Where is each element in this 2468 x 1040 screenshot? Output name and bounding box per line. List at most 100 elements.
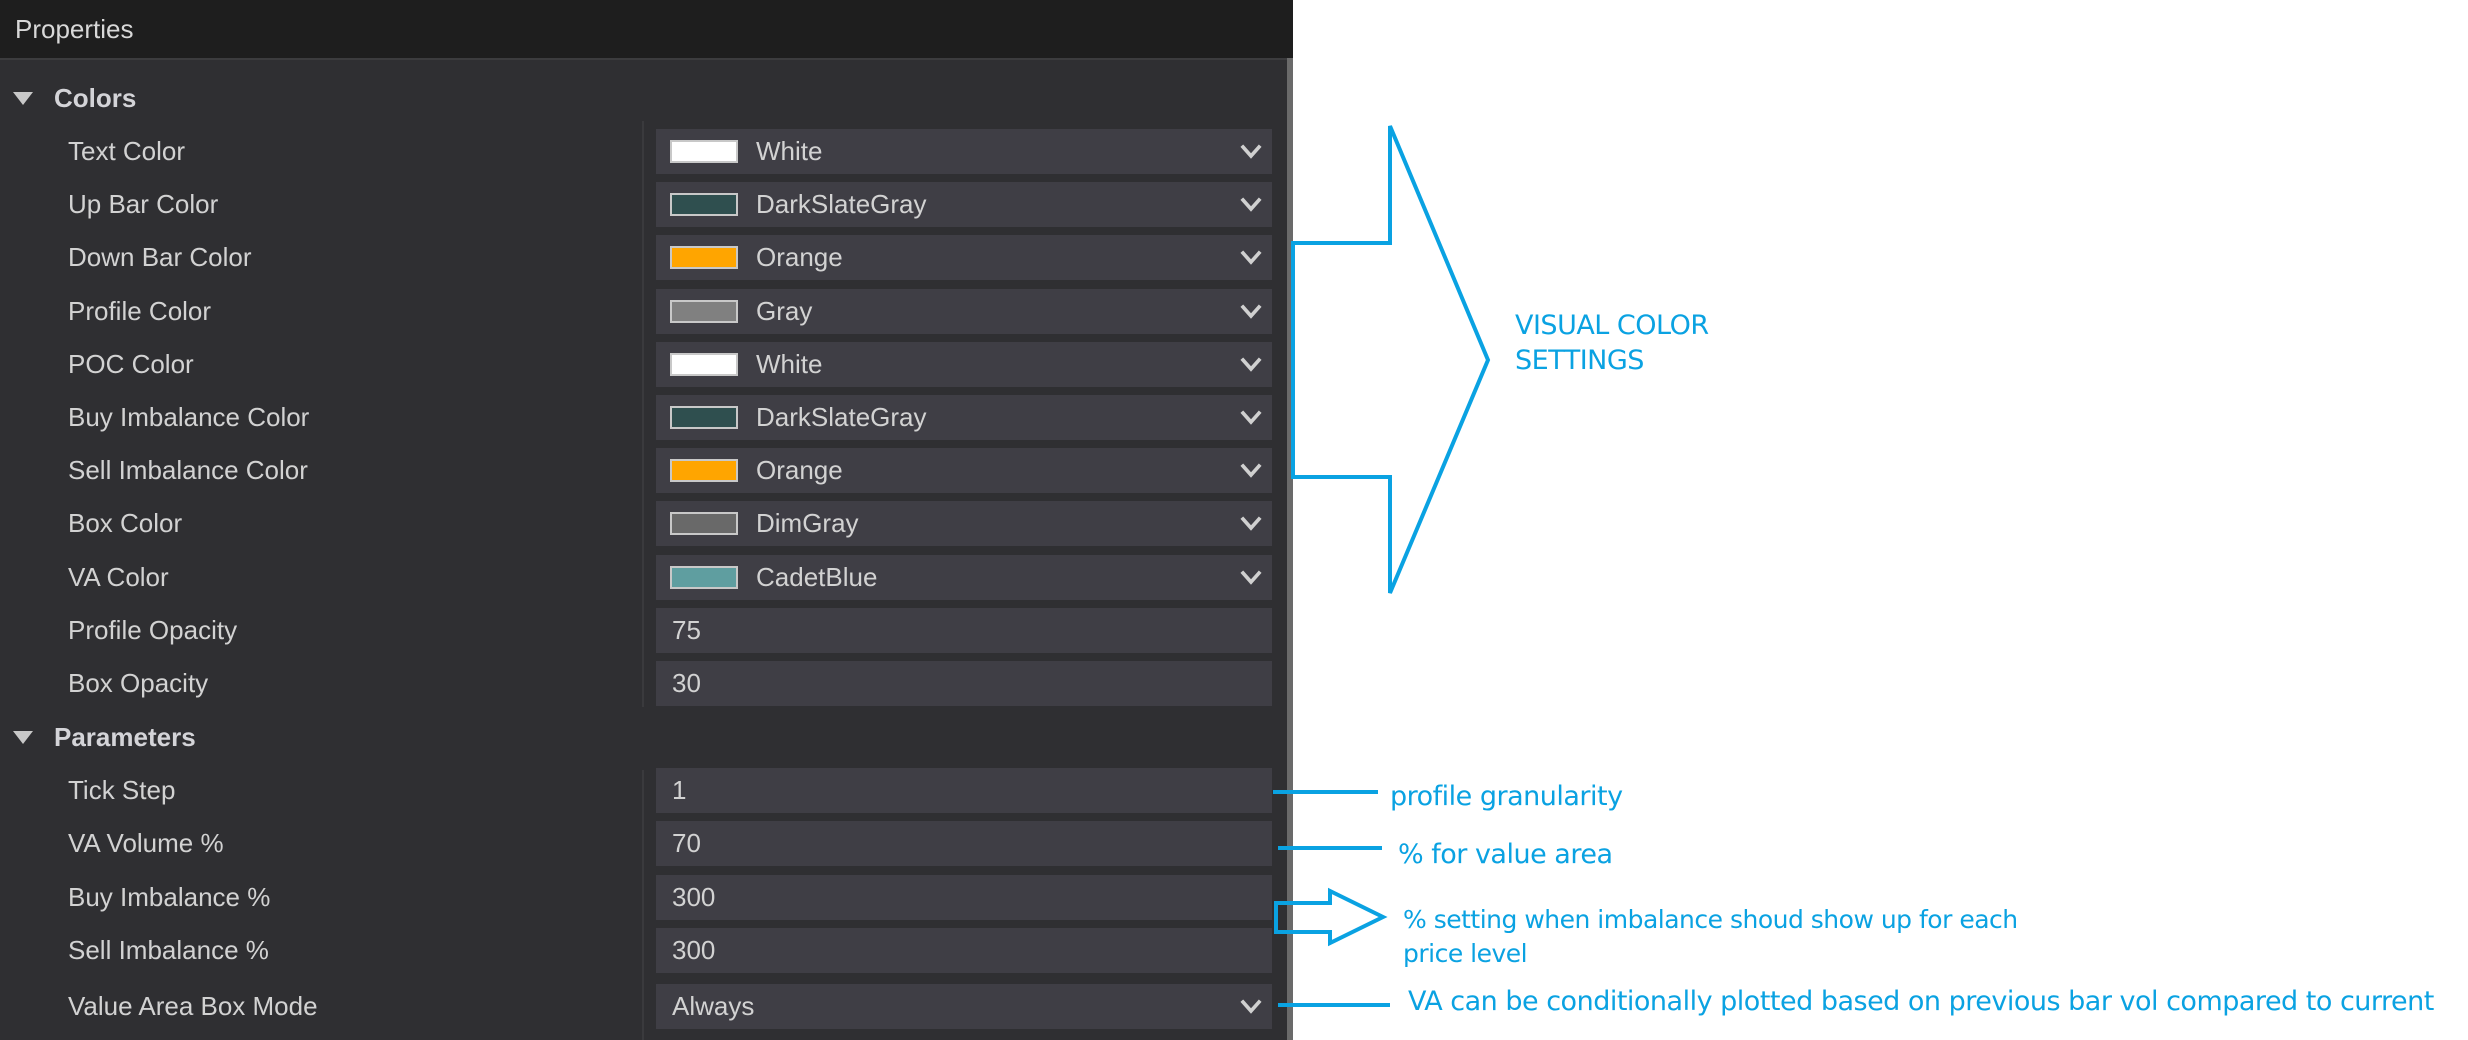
collapse-triangle-icon[interactable]	[13, 92, 33, 105]
property-row-value-area-box-mode: Value Area Box Mode Always	[0, 980, 1287, 1033]
profile-color-dropdown[interactable]: Gray	[656, 288, 1272, 334]
property-label: Text Color	[68, 136, 186, 166]
section-parameters-header[interactable]: Parameters	[0, 711, 1287, 764]
property-label: Tick Step	[68, 775, 176, 805]
property-value: Gray	[756, 295, 813, 326]
color-swatch	[670, 140, 738, 163]
color-swatch	[670, 246, 738, 270]
chevron-down-icon[interactable]	[1238, 458, 1264, 484]
property-value: 30	[672, 668, 701, 698]
property-value: 1	[672, 775, 687, 805]
chevron-down-icon[interactable]	[1238, 139, 1264, 165]
property-label: Down Bar Color	[68, 242, 252, 273]
va-color-dropdown[interactable]: CadetBlue	[656, 554, 1272, 600]
property-label: Profile Color	[68, 295, 212, 326]
property-label: Box Color	[68, 508, 183, 539]
property-value: CadetBlue	[756, 561, 878, 592]
va-volume-input[interactable]: 70	[656, 821, 1272, 867]
panel-scrollbar[interactable]	[1287, 58, 1293, 1040]
property-label: POC Color	[68, 348, 194, 379]
visual-color-settings-note-line2: SETTINGS	[1515, 345, 1644, 376]
property-row-box-opacity: Box Opacity 30	[0, 657, 1287, 710]
property-value: 75	[672, 614, 701, 645]
sell-imbalance-color-dropdown[interactable]: Orange	[656, 448, 1272, 494]
chevron-down-icon[interactable]	[1238, 192, 1264, 218]
chevron-down-icon[interactable]	[1238, 511, 1264, 537]
chevron-down-icon[interactable]	[1238, 245, 1264, 271]
chevron-down-icon[interactable]	[1238, 994, 1264, 1020]
property-row-buy-imbalance-color: Buy Imbalance Color DarkSlateGray	[0, 391, 1287, 444]
properties-panel: Properties Colors Text Color White Up Ba…	[0, 0, 1293, 1040]
property-value: 300	[672, 881, 716, 912]
color-swatch	[670, 193, 738, 217]
down-bar-color-dropdown[interactable]: Orange	[656, 235, 1272, 281]
visual-color-settings-note-line1: VISUAL COLOR	[1515, 310, 1709, 341]
section-colors-header[interactable]: Colors	[0, 72, 1287, 125]
color-swatch	[670, 459, 738, 483]
value-area-box-mode-dropdown[interactable]: Always	[656, 983, 1272, 1029]
box-opacity-input[interactable]: 30	[656, 661, 1272, 706]
property-value: White	[756, 348, 823, 379]
property-row-profile-opacity: Profile Opacity 75	[0, 604, 1287, 657]
property-row-profile-color: Profile Color Gray	[0, 285, 1287, 338]
section-label: Parameters	[54, 722, 196, 752]
property-row-text-color: Text Color White	[0, 125, 1287, 178]
panel-header: Properties	[0, 0, 1293, 60]
up-bar-color-dropdown[interactable]: DarkSlateGray	[656, 182, 1272, 228]
sell-imbalance-input[interactable]: 300	[656, 928, 1272, 974]
property-value: 70	[672, 828, 701, 859]
tick-step-note: profile granularity	[1390, 781, 1623, 812]
imbalance-note-line2: price level	[1403, 939, 1528, 968]
chevron-down-icon[interactable]	[1238, 352, 1264, 378]
property-row-sell-imbalance: Sell Imbalance % 300	[0, 924, 1287, 977]
color-swatch	[670, 352, 738, 376]
property-row-box-color: Box Color DimGray	[0, 497, 1287, 550]
property-value: DimGray	[756, 508, 859, 539]
color-swatch	[670, 565, 738, 589]
section-label: Colors	[54, 83, 137, 113]
color-swatch	[670, 512, 738, 536]
chevron-down-icon[interactable]	[1238, 565, 1264, 591]
property-label: Box Opacity	[68, 668, 209, 698]
property-value: DarkSlateGray	[756, 189, 927, 220]
property-row-va-volume: VA Volume % 70	[0, 817, 1287, 870]
property-row-tick-step: Tick Step 1	[0, 764, 1287, 817]
color-swatch	[670, 299, 738, 323]
poc-color-dropdown[interactable]: White	[656, 341, 1272, 387]
property-label: Value Area Box Mode	[68, 990, 318, 1021]
property-row-poc-color: POC Color White	[0, 338, 1287, 391]
property-value: DarkSlateGray	[756, 402, 927, 432]
property-label: VA Volume %	[68, 828, 224, 859]
property-row-down-bar-color: Down Bar Color Orange	[0, 231, 1287, 284]
property-value: Orange	[756, 242, 843, 273]
buy-imbalance-color-dropdown[interactable]: DarkSlateGray	[656, 395, 1272, 440]
panel-title: Properties	[15, 14, 134, 44]
property-label: Sell Imbalance Color	[68, 455, 308, 486]
property-label: Sell Imbalance %	[68, 935, 269, 966]
property-row-up-bar-color: Up Bar Color DarkSlateGray	[0, 178, 1287, 231]
property-value: 300	[672, 935, 716, 966]
chevron-down-icon[interactable]	[1238, 405, 1264, 431]
big-block-arrow-icon	[1291, 125, 1491, 594]
va-volume-note: % for value area	[1398, 839, 1613, 870]
property-row-buy-imbalance: Buy Imbalance % 300	[0, 871, 1287, 924]
collapse-triangle-icon[interactable]	[13, 731, 33, 744]
imbalance-note-line1: % setting when imbalance shoud show up f…	[1403, 905, 2018, 934]
profile-opacity-input[interactable]: 75	[656, 607, 1272, 653]
property-label: Profile Opacity	[68, 614, 238, 645]
text-color-dropdown[interactable]: White	[656, 129, 1272, 174]
color-swatch	[670, 406, 738, 429]
property-row-sell-imbalance-color: Sell Imbalance Color Orange	[0, 444, 1287, 497]
va-box-mode-note: VA can be conditionally plotted based on…	[1408, 986, 2434, 1017]
property-value: Orange	[756, 455, 843, 486]
property-value: White	[756, 136, 823, 166]
property-label: Buy Imbalance Color	[68, 402, 310, 432]
property-label: Buy Imbalance %	[68, 881, 271, 912]
chevron-down-icon[interactable]	[1238, 299, 1264, 325]
property-label: Up Bar Color	[68, 189, 219, 220]
buy-imbalance-input[interactable]: 300	[656, 874, 1272, 920]
property-value: Always	[672, 990, 755, 1021]
property-label: VA Color	[68, 561, 169, 592]
box-color-dropdown[interactable]: DimGray	[656, 501, 1272, 547]
tick-step-input[interactable]: 1	[656, 768, 1272, 813]
